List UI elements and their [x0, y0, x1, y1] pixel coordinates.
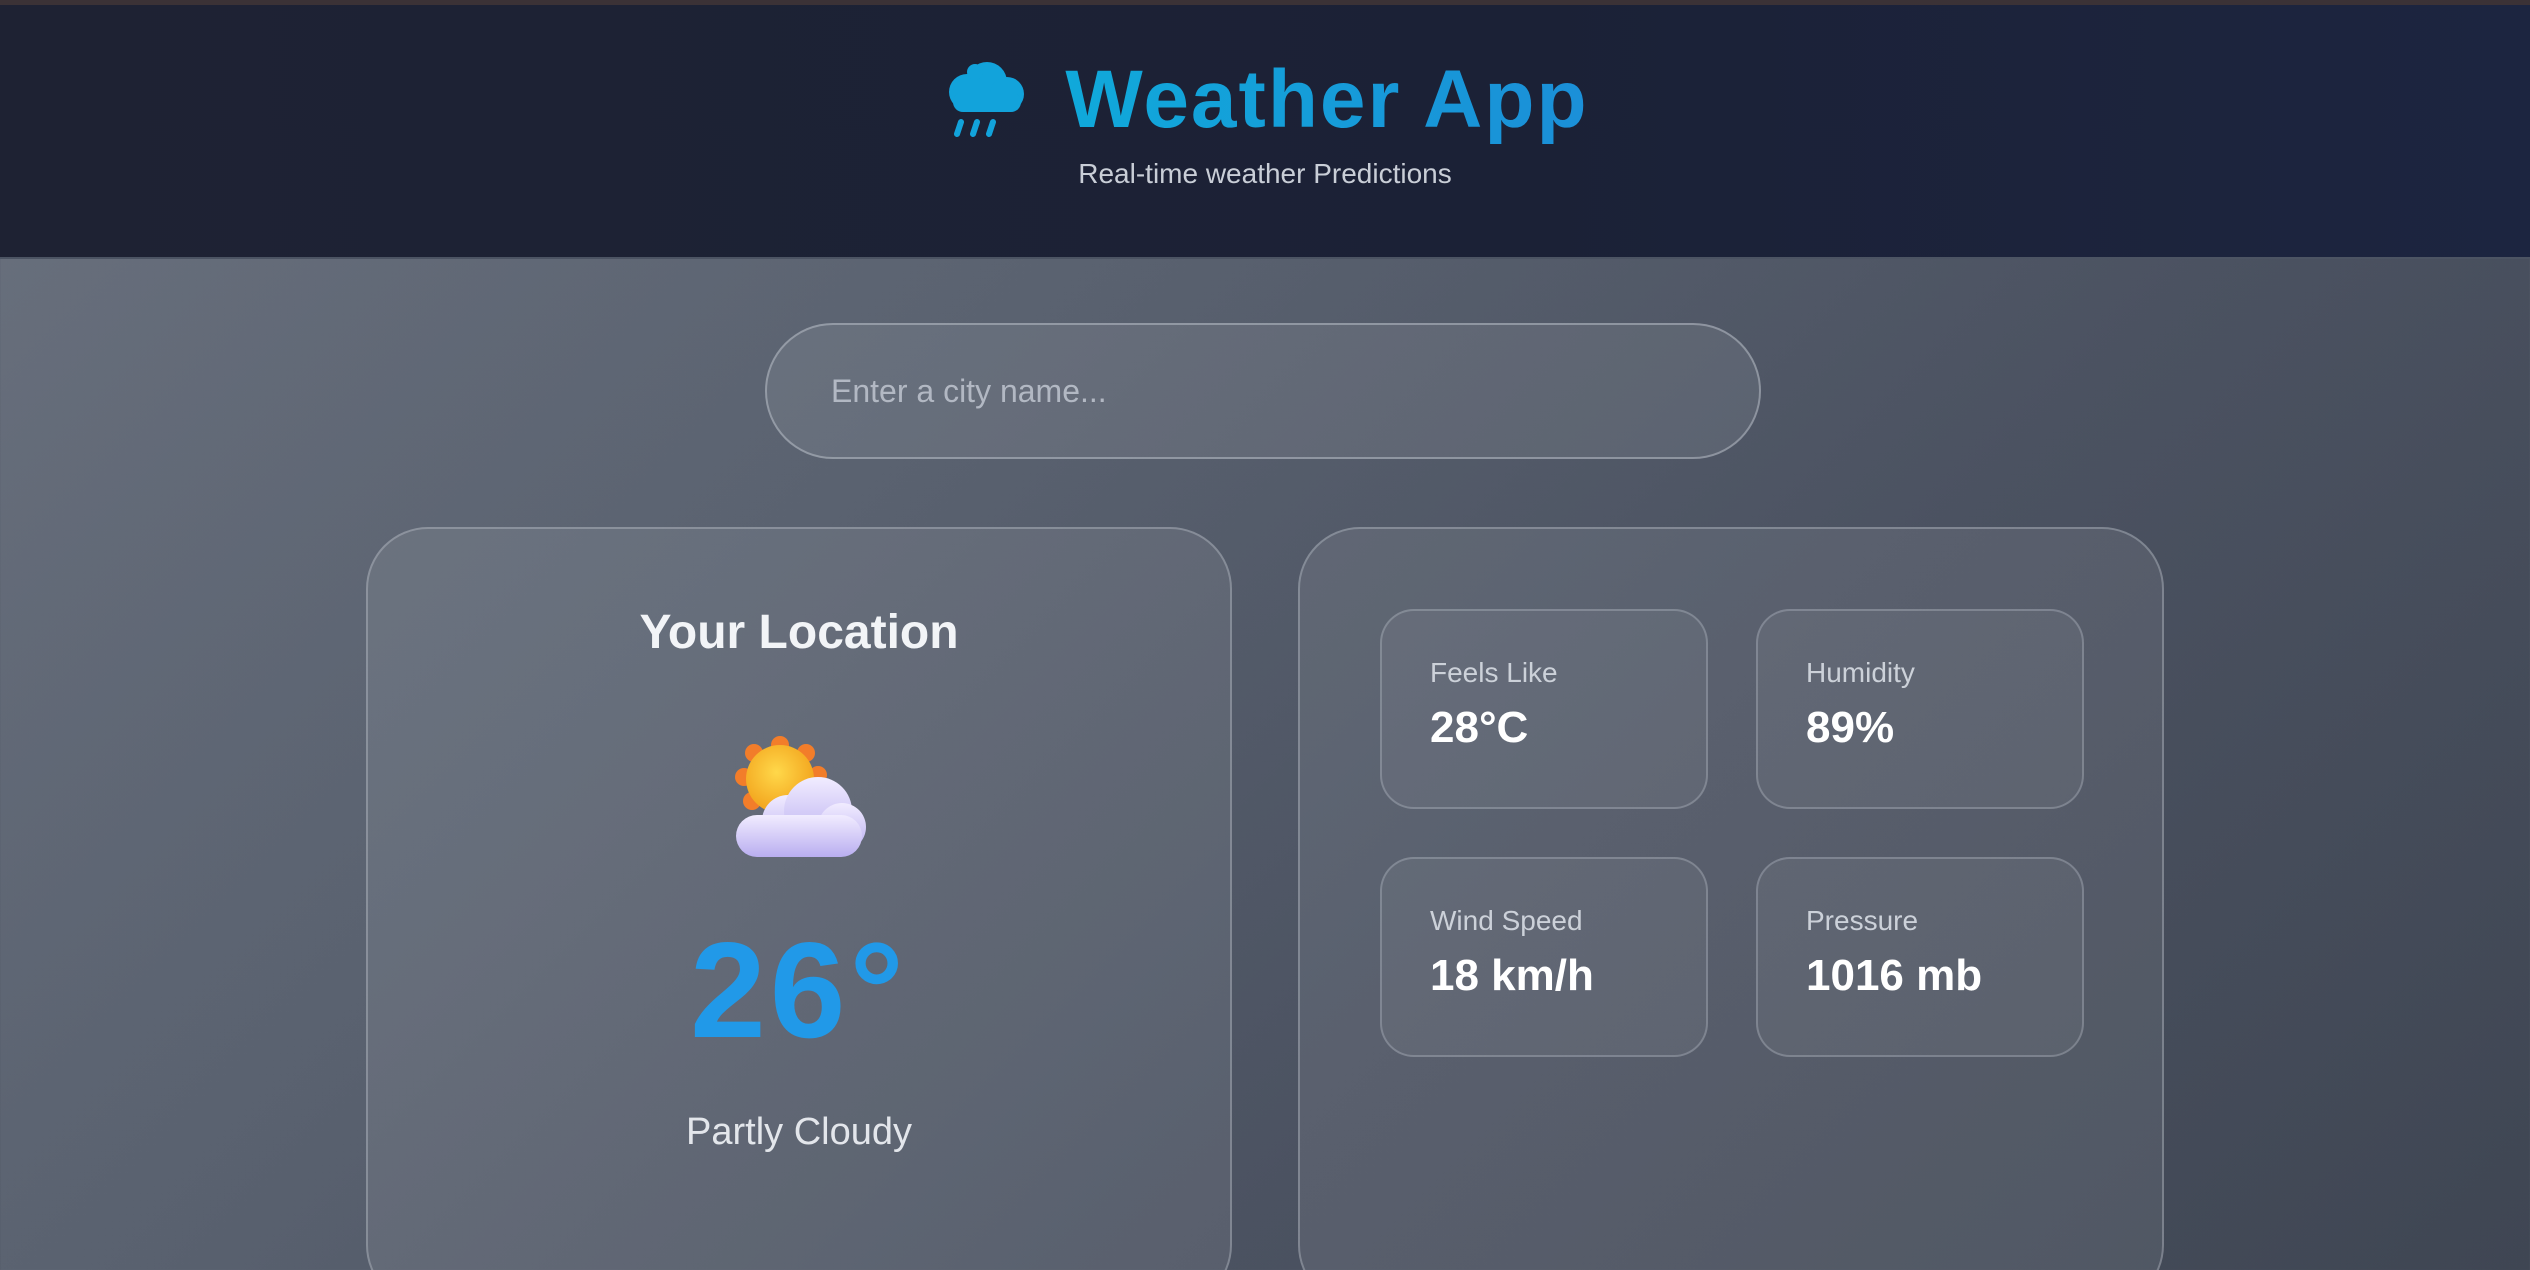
- stat-label: Pressure: [1806, 905, 1919, 936]
- stat-label: Feels Like: [1430, 657, 1558, 688]
- partly-cloudy-icon: [735, 736, 866, 857]
- humidity-stat: Humidity 89%: [1756, 609, 2084, 809]
- cloud-rain-icon: [949, 62, 1025, 137]
- stat-value: 1016 mb: [1806, 951, 1983, 1000]
- stat-value: 89%: [1806, 703, 1895, 752]
- weather-details-card: Feels Like 28°C Humidity 89% Wind Speed …: [1298, 527, 2164, 1270]
- condition-text: Partly Cloudy: [686, 1111, 912, 1153]
- stat-label: Humidity: [1806, 657, 1915, 688]
- stat-label: Wind Speed: [1430, 905, 1583, 936]
- pressure-stat: Pressure 1016 mb: [1756, 857, 2084, 1057]
- current-weather-card: Your Location 26° Partly Cloudy: [366, 527, 1232, 1270]
- stat-value: 28°C: [1430, 703, 1529, 752]
- app-subtitle: Real-time weather Predictions: [1078, 158, 1452, 189]
- wind-speed-stat: Wind Speed 18 km/h: [1380, 857, 1708, 1057]
- stat-value: 18 km/h: [1430, 951, 1594, 1000]
- location-title: Your Location: [639, 606, 959, 659]
- temperature-value: 26°: [690, 914, 908, 1066]
- feels-like-stat: Feels Like 28°C: [1380, 609, 1708, 809]
- title-row: Weather App: [0, 45, 2530, 155]
- app-title: Weather App: [1065, 54, 1589, 145]
- city-search-input[interactable]: [765, 323, 1761, 459]
- app-header: Weather App Real-time weather Prediction…: [0, 5, 2530, 259]
